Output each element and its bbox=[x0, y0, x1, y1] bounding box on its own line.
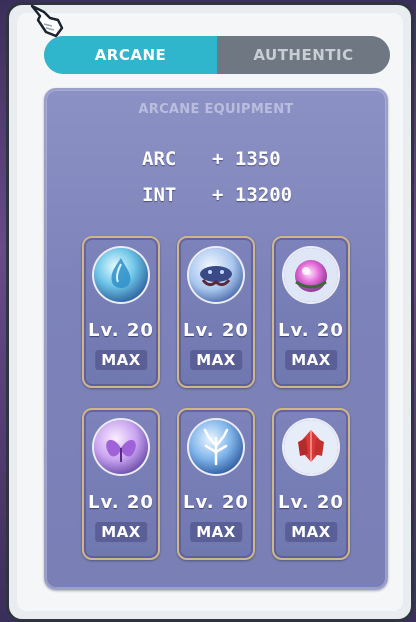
symbol-slot[interactable]: Lv. 20 MAX bbox=[82, 408, 160, 560]
max-badge: MAX bbox=[95, 350, 147, 370]
tab-authentic[interactable]: AUTHENTIC bbox=[217, 36, 390, 74]
tab-bar: ARCANE AUTHENTIC bbox=[44, 36, 390, 74]
stat-value: + 1350 bbox=[212, 148, 281, 170]
symbol-slot[interactable]: Lv. 20 MAX bbox=[272, 236, 350, 388]
max-badge: MAX bbox=[285, 350, 337, 370]
symbol-level: Lv. 20 bbox=[88, 492, 154, 513]
esfera-symbol-icon bbox=[284, 420, 338, 474]
stat-value: + 13200 bbox=[212, 184, 293, 206]
arcana-symbol-icon bbox=[94, 420, 148, 474]
arcane-equipment-panel: ARCANE EQUIPMENT ARC + 1350 INT + 13200 … bbox=[44, 88, 388, 590]
max-badge: MAX bbox=[190, 522, 242, 542]
stat-name: ARC bbox=[142, 148, 177, 170]
max-badge: MAX bbox=[285, 522, 337, 542]
max-badge: MAX bbox=[95, 522, 147, 542]
max-badge: MAX bbox=[190, 350, 242, 370]
glove-cursor-icon bbox=[30, 4, 64, 38]
symbol-slot[interactable]: Lv. 20 MAX bbox=[82, 236, 160, 388]
symbol-level: Lv. 20 bbox=[278, 492, 344, 513]
symbol-slot[interactable]: Lv. 20 MAX bbox=[272, 408, 350, 560]
symbol-level: Lv. 20 bbox=[278, 320, 344, 341]
chu-chu-island-symbol-icon bbox=[189, 248, 243, 302]
symbol-slot[interactable]: Lv. 20 MAX bbox=[177, 236, 255, 388]
panel-title: ARCANE EQUIPMENT bbox=[138, 102, 294, 117]
tab-arcane[interactable]: ARCANE bbox=[44, 36, 217, 74]
symbol-level: Lv. 20 bbox=[183, 492, 249, 513]
symbol-slot[interactable]: Lv. 20 MAX bbox=[177, 408, 255, 560]
vanishing-journey-symbol-icon bbox=[94, 248, 148, 302]
symbol-level: Lv. 20 bbox=[88, 320, 154, 341]
stat-name: INT bbox=[142, 184, 177, 206]
lachelein-symbol-icon bbox=[284, 248, 338, 302]
symbol-level: Lv. 20 bbox=[183, 320, 249, 341]
morass-symbol-icon bbox=[189, 420, 243, 474]
